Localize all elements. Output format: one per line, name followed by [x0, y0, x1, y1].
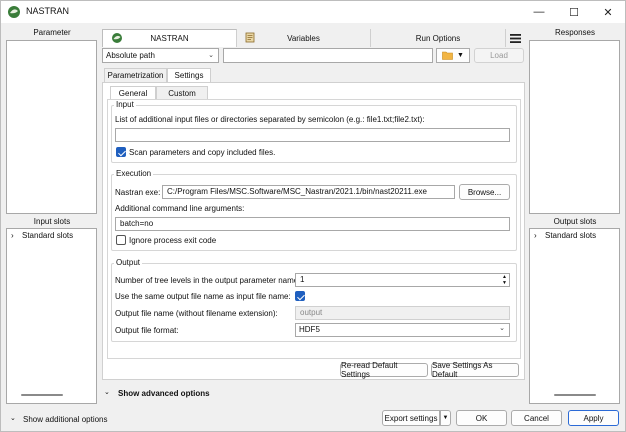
reread-defaults-button[interactable]: Re-read Default Settings — [340, 361, 428, 379]
scan-parameters-checkbox[interactable] — [116, 147, 126, 157]
command-args-input[interactable]: batch=no — [115, 217, 510, 231]
input-slots-scrollbar[interactable] — [21, 394, 63, 396]
execution-group-title: Execution — [114, 169, 154, 178]
chevron-down-icon: ⌄ — [499, 325, 505, 332]
input-slots-label: Input slots — [33, 217, 71, 226]
same-name-checkbox[interactable] — [295, 291, 305, 301]
chevron-down-icon[interactable]: ⌄ — [104, 388, 110, 396]
tab-nastran[interactable]: NASTRAN — [102, 29, 237, 47]
responses-list[interactable] — [529, 40, 620, 214]
load-button[interactable]: Load — [474, 48, 524, 63]
maximize-button[interactable]: ☐ — [557, 1, 591, 23]
main-tab-bar: NASTRAN Variables Run Options — [102, 29, 525, 47]
parameter-list[interactable] — [6, 40, 97, 214]
output-slots-scrollbar[interactable] — [554, 394, 596, 396]
cancel-button[interactable]: Cancel — [511, 410, 562, 426]
tree-item-output-standard-slots[interactable]: Standard slots — [545, 231, 596, 240]
chevron-down-icon: ⌄ — [208, 52, 214, 59]
minimize-button[interactable]: — — [522, 1, 556, 23]
additional-files-label: List of additional input files or direct… — [115, 115, 425, 124]
tab-settings[interactable]: Settings — [167, 68, 211, 82]
document-icon — [245, 32, 255, 43]
output-slots-tree[interactable]: › Standard slots — [529, 228, 620, 404]
same-name-label: Use the same output file name as input f… — [115, 292, 291, 301]
scan-parameters-label: Scan parameters and copy included files. — [129, 148, 276, 157]
tab-custom[interactable]: Custom — [156, 86, 208, 100]
command-args-label: Additional command line arguments: — [115, 204, 245, 213]
tab-parametrization[interactable]: Parametrization — [104, 68, 167, 82]
tab-general[interactable]: General — [110, 86, 156, 100]
tab-run-options[interactable]: Run Options — [371, 29, 506, 47]
menu-button[interactable] — [506, 29, 525, 47]
save-defaults-button[interactable]: Save Settings As Default — [431, 361, 519, 379]
ignore-exit-code-label: Ignore process exit code — [129, 236, 217, 245]
input-slots-tree[interactable]: › Standard slots — [6, 228, 97, 404]
chevron-down-icon: ▼ — [442, 415, 449, 421]
nastran-icon — [112, 33, 122, 43]
chevron-right-icon[interactable]: › — [534, 231, 537, 240]
window-title: NASTRAN — [26, 6, 70, 16]
output-group-title: Output — [114, 258, 143, 267]
chevron-down-icon[interactable]: ⌄ — [10, 414, 16, 422]
export-menu-button[interactable]: ▼ — [440, 410, 451, 426]
spin-arrows-icon[interactable]: ▲ ▼ — [502, 274, 507, 286]
export-settings-button[interactable]: Export settings — [382, 410, 440, 426]
tree-levels-spinbox[interactable]: 1 ▲ ▼ — [295, 273, 510, 287]
dialog-window: NASTRAN — ☐ ✕ Parameter Input slots › St… — [0, 0, 626, 432]
additional-files-input[interactable] — [115, 128, 510, 142]
close-button[interactable]: ✕ — [591, 1, 625, 23]
parameter-label: Parameter — [33, 28, 71, 37]
ok-button[interactable]: OK — [456, 410, 507, 426]
folder-icon — [442, 51, 453, 60]
path-mode-select[interactable]: Absolute path ⌄ — [102, 48, 219, 63]
browse-button[interactable]: Browse... — [459, 184, 510, 200]
responses-label: Responses — [554, 28, 596, 37]
tab-variables[interactable]: Variables — [237, 29, 371, 47]
file-path-input[interactable] — [223, 48, 433, 63]
output-file-name-label: Output file name (without filename exten… — [115, 309, 278, 318]
app-logo-icon — [8, 6, 20, 18]
nastran-exe-label: Nastran exe: — [115, 188, 161, 197]
output-slots-label: Output slots — [553, 217, 597, 226]
tree-item-input-standard-slots[interactable]: Standard slots — [22, 231, 73, 240]
chevron-down-icon: ▼ — [457, 52, 464, 59]
chevron-right-icon[interactable]: › — [11, 231, 14, 240]
input-group-title: Input — [114, 100, 136, 109]
hamburger-menu-icon — [510, 33, 521, 43]
open-file-button[interactable]: ▼ — [436, 48, 470, 63]
output-format-label: Output file format: — [115, 326, 179, 335]
nastran-exe-input[interactable]: C:/Program Files/MSC.Software/MSC_Nastra… — [162, 185, 455, 199]
ignore-exit-code-checkbox[interactable] — [116, 235, 126, 245]
title-bar: NASTRAN — ☐ ✕ — [1, 1, 625, 23]
output-file-name-input[interactable]: output — [295, 306, 510, 320]
show-advanced-toggle[interactable]: Show advanced options — [118, 389, 210, 398]
tree-levels-label: Number of tree levels in the output para… — [115, 276, 301, 285]
show-additional-toggle[interactable]: Show additional options — [23, 415, 108, 424]
output-format-select[interactable]: HDF5 ⌄ — [295, 323, 510, 337]
apply-button[interactable]: Apply — [568, 410, 619, 426]
